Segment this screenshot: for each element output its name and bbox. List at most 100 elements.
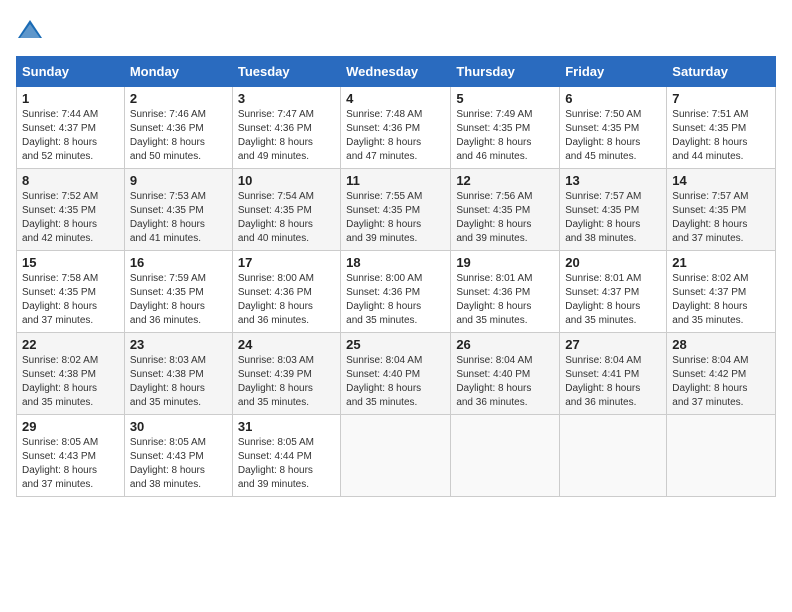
day-number: 31: [238, 419, 335, 434]
day-info: Sunrise: 8:04 AM Sunset: 4:40 PM Dayligh…: [346, 354, 445, 410]
day-number: 3: [238, 91, 335, 106]
day-cell: 22 Sunrise: 8:02 AM Sunset: 4:38 PM Dayli…: [17, 333, 125, 415]
day-number: 17: [238, 255, 335, 270]
week-row-3: 15 Sunrise: 7:58 AM Sunset: 4:35 PM Dayli…: [17, 251, 776, 333]
day-cell: 13 Sunrise: 7:57 AM Sunset: 4:35 PM Dayli…: [560, 169, 667, 251]
day-cell: 19 Sunrise: 8:01 AM Sunset: 4:36 PM Dayli…: [451, 251, 560, 333]
day-info: Sunrise: 8:05 AM Sunset: 4:44 PM Dayligh…: [238, 436, 335, 492]
day-cell: 6 Sunrise: 7:50 AM Sunset: 4:35 PM Daylig…: [560, 87, 667, 169]
day-info: Sunrise: 7:52 AM Sunset: 4:35 PM Dayligh…: [22, 190, 119, 246]
day-number: 9: [130, 173, 227, 188]
day-number: 2: [130, 91, 227, 106]
day-number: 5: [456, 91, 554, 106]
day-number: 28: [672, 337, 770, 352]
week-row-5: 29 Sunrise: 8:05 AM Sunset: 4:43 PM Dayli…: [17, 415, 776, 497]
day-cell: 16 Sunrise: 7:59 AM Sunset: 4:35 PM Dayli…: [124, 251, 232, 333]
day-number: 30: [130, 419, 227, 434]
day-info: Sunrise: 7:53 AM Sunset: 4:35 PM Dayligh…: [130, 190, 227, 246]
week-row-1: 1 Sunrise: 7:44 AM Sunset: 4:37 PM Daylig…: [17, 87, 776, 169]
day-number: 29: [22, 419, 119, 434]
header-sunday: Sunday: [17, 57, 125, 87]
day-cell: [667, 415, 776, 497]
day-cell: 17 Sunrise: 8:00 AM Sunset: 4:36 PM Dayli…: [232, 251, 340, 333]
day-info: Sunrise: 7:57 AM Sunset: 4:35 PM Dayligh…: [672, 190, 770, 246]
day-info: Sunrise: 7:44 AM Sunset: 4:37 PM Dayligh…: [22, 108, 119, 164]
week-row-4: 22 Sunrise: 8:02 AM Sunset: 4:38 PM Dayli…: [17, 333, 776, 415]
header-thursday: Thursday: [451, 57, 560, 87]
day-number: 22: [22, 337, 119, 352]
day-cell: [451, 415, 560, 497]
day-number: 21: [672, 255, 770, 270]
day-info: Sunrise: 8:02 AM Sunset: 4:37 PM Dayligh…: [672, 272, 770, 328]
day-info: Sunrise: 7:57 AM Sunset: 4:35 PM Dayligh…: [565, 190, 661, 246]
day-number: 18: [346, 255, 445, 270]
day-cell: 29 Sunrise: 8:05 AM Sunset: 4:43 PM Dayli…: [17, 415, 125, 497]
header-friday: Friday: [560, 57, 667, 87]
day-cell: [341, 415, 451, 497]
day-info: Sunrise: 7:51 AM Sunset: 4:35 PM Dayligh…: [672, 108, 770, 164]
day-info: Sunrise: 8:00 AM Sunset: 4:36 PM Dayligh…: [346, 272, 445, 328]
header-row: SundayMondayTuesdayWednesdayThursdayFrid…: [17, 57, 776, 87]
day-cell: 1 Sunrise: 7:44 AM Sunset: 4:37 PM Daylig…: [17, 87, 125, 169]
day-info: Sunrise: 8:05 AM Sunset: 4:43 PM Dayligh…: [22, 436, 119, 492]
day-number: 15: [22, 255, 119, 270]
week-row-2: 8 Sunrise: 7:52 AM Sunset: 4:35 PM Daylig…: [17, 169, 776, 251]
day-cell: 7Sunrise: 7:51 AM Sunset: 4:35 PM Daylig…: [667, 87, 776, 169]
day-cell: 20 Sunrise: 8:01 AM Sunset: 4:37 PM Dayli…: [560, 251, 667, 333]
day-cell: [560, 415, 667, 497]
day-info: Sunrise: 8:01 AM Sunset: 4:36 PM Dayligh…: [456, 272, 554, 328]
day-info: Sunrise: 8:00 AM Sunset: 4:36 PM Dayligh…: [238, 272, 335, 328]
day-info: Sunrise: 7:50 AM Sunset: 4:35 PM Dayligh…: [565, 108, 661, 164]
day-info: Sunrise: 7:56 AM Sunset: 4:35 PM Dayligh…: [456, 190, 554, 246]
day-number: 16: [130, 255, 227, 270]
day-info: Sunrise: 7:54 AM Sunset: 4:35 PM Dayligh…: [238, 190, 335, 246]
day-number: 19: [456, 255, 554, 270]
day-cell: 24 Sunrise: 8:03 AM Sunset: 4:39 PM Dayli…: [232, 333, 340, 415]
day-cell: 21 Sunrise: 8:02 AM Sunset: 4:37 PM Dayli…: [667, 251, 776, 333]
day-cell: 2 Sunrise: 7:46 AM Sunset: 4:36 PM Daylig…: [124, 87, 232, 169]
day-cell: 14 Sunrise: 7:57 AM Sunset: 4:35 PM Dayli…: [667, 169, 776, 251]
day-number: 27: [565, 337, 661, 352]
day-cell: 8 Sunrise: 7:52 AM Sunset: 4:35 PM Daylig…: [17, 169, 125, 251]
day-cell: 12 Sunrise: 7:56 AM Sunset: 4:35 PM Dayli…: [451, 169, 560, 251]
day-number: 23: [130, 337, 227, 352]
day-cell: 25 Sunrise: 8:04 AM Sunset: 4:40 PM Dayli…: [341, 333, 451, 415]
day-number: 13: [565, 173, 661, 188]
day-number: 12: [456, 173, 554, 188]
day-info: Sunrise: 7:49 AM Sunset: 4:35 PM Dayligh…: [456, 108, 554, 164]
day-number: 24: [238, 337, 335, 352]
day-number: 6: [565, 91, 661, 106]
header-monday: Monday: [124, 57, 232, 87]
day-cell: 28 Sunrise: 8:04 AM Sunset: 4:42 PM Dayli…: [667, 333, 776, 415]
day-info: Sunrise: 8:03 AM Sunset: 4:38 PM Dayligh…: [130, 354, 227, 410]
day-number: 1: [22, 91, 119, 106]
day-cell: 30Sunrise: 8:05 AM Sunset: 4:43 PM Dayli…: [124, 415, 232, 497]
day-cell: 26Sunrise: 8:04 AM Sunset: 4:40 PM Dayli…: [451, 333, 560, 415]
day-number: 25: [346, 337, 445, 352]
day-info: Sunrise: 8:04 AM Sunset: 4:42 PM Dayligh…: [672, 354, 770, 410]
day-info: Sunrise: 7:46 AM Sunset: 4:36 PM Dayligh…: [130, 108, 227, 164]
day-number: 10: [238, 173, 335, 188]
day-info: Sunrise: 8:02 AM Sunset: 4:38 PM Dayligh…: [22, 354, 119, 410]
calendar-table: SundayMondayTuesdayWednesdayThursdayFrid…: [16, 56, 776, 497]
day-info: Sunrise: 7:48 AM Sunset: 4:36 PM Dayligh…: [346, 108, 445, 164]
day-number: 26: [456, 337, 554, 352]
day-cell: 27 Sunrise: 8:04 AM Sunset: 4:41 PM Dayli…: [560, 333, 667, 415]
day-info: Sunrise: 8:04 AM Sunset: 4:41 PM Dayligh…: [565, 354, 661, 410]
page-header: [16, 16, 776, 44]
day-number: 14: [672, 173, 770, 188]
day-cell: 5 Sunrise: 7:49 AM Sunset: 4:35 PM Daylig…: [451, 87, 560, 169]
day-info: Sunrise: 7:58 AM Sunset: 4:35 PM Dayligh…: [22, 272, 119, 328]
day-info: Sunrise: 7:47 AM Sunset: 4:36 PM Dayligh…: [238, 108, 335, 164]
day-cell: 18 Sunrise: 8:00 AM Sunset: 4:36 PM Dayli…: [341, 251, 451, 333]
day-number: 11: [346, 173, 445, 188]
day-number: 8: [22, 173, 119, 188]
logo: [16, 16, 48, 44]
day-info: Sunrise: 7:59 AM Sunset: 4:35 PM Dayligh…: [130, 272, 227, 328]
day-info: Sunrise: 8:01 AM Sunset: 4:37 PM Dayligh…: [565, 272, 661, 328]
day-number: 4: [346, 91, 445, 106]
day-info: Sunrise: 8:03 AM Sunset: 4:39 PM Dayligh…: [238, 354, 335, 410]
day-number: 20: [565, 255, 661, 270]
day-cell: 15 Sunrise: 7:58 AM Sunset: 4:35 PM Dayli…: [17, 251, 125, 333]
header-saturday: Saturday: [667, 57, 776, 87]
